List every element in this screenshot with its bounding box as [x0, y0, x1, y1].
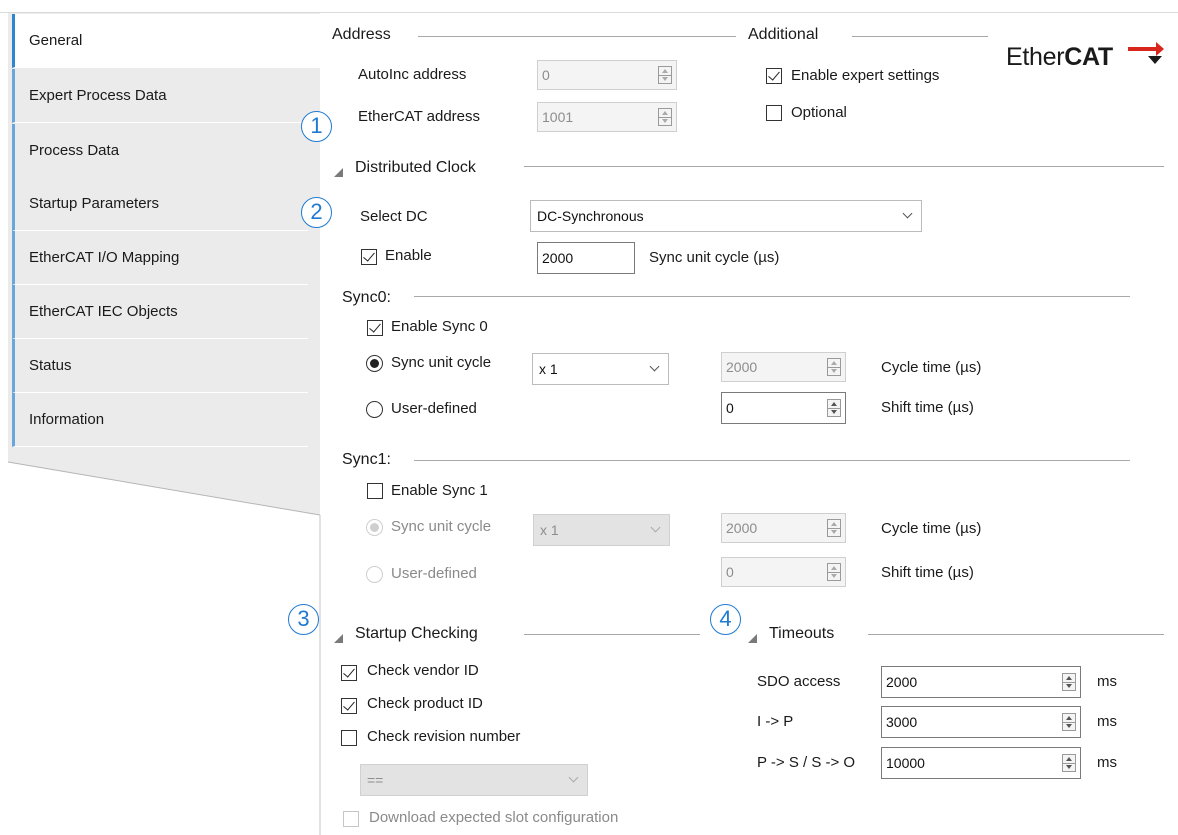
sync1-cycle-time-label: Cycle time (µs) — [881, 520, 982, 537]
sdo-access-input[interactable]: 2000 — [881, 666, 1081, 698]
sync-unit-cycle-label: Sync unit cycle (µs) — [649, 249, 780, 266]
enable-expert-settings-label: Enable expert settings — [791, 67, 940, 84]
ethercat-logo: EtherCAT — [1006, 43, 1113, 71]
collapse-triangle-icon[interactable] — [334, 168, 343, 177]
select-dc-dropdown[interactable]: DC-Synchronous — [530, 200, 922, 232]
marker-1: 1 — [301, 111, 332, 142]
collapse-triangle-icon[interactable] — [748, 634, 757, 643]
sync1-shift-spinner[interactable] — [827, 563, 841, 581]
additional-divider — [852, 36, 988, 37]
sync0-user-defined-radio[interactable] — [366, 401, 383, 418]
ethercat-address-spinner[interactable] — [658, 108, 672, 126]
tab-process-data[interactable]: Process Data — [12, 124, 308, 178]
autoinc-spinner[interactable] — [658, 66, 672, 84]
dc-enable-label: Enable — [385, 247, 432, 264]
p-to-s-label: P -> S / S -> O — [757, 754, 856, 771]
sync1-unit-cycle-radio[interactable] — [366, 519, 383, 536]
p-to-s-unit: ms — [1097, 754, 1117, 771]
tab-startup-parameters[interactable]: Startup Parameters — [12, 177, 308, 231]
sync0-shift-spinner[interactable] — [827, 399, 841, 417]
sync0-divider — [414, 296, 1130, 297]
download-slot-config-checkbox[interactable] — [343, 811, 359, 827]
chevron-down-icon — [650, 522, 661, 533]
check-vendor-id-label: Check vendor ID — [367, 662, 479, 679]
enable-sync1-label: Enable Sync 1 — [391, 482, 488, 499]
marker-2: 2 — [301, 197, 332, 228]
revision-compare-dropdown[interactable]: == — [360, 764, 588, 796]
sync1-shift-time-input[interactable]: 0 — [721, 557, 846, 587]
sync0-shift-time-input[interactable]: 0 — [721, 392, 846, 424]
chevron-down-icon — [568, 772, 579, 783]
tab-expert-process-data[interactable]: Expert Process Data — [12, 69, 308, 123]
sync1-title: Sync1: — [342, 451, 391, 468]
sync0-title: Sync0: — [342, 289, 391, 306]
dc-enable-checkbox[interactable] — [361, 249, 377, 265]
check-vendor-id-checkbox[interactable] — [341, 665, 357, 681]
chevron-down-icon — [649, 361, 660, 372]
sync1-shift-time-label: Shift time (µs) — [881, 564, 974, 581]
sync0-shift-time-label: Shift time (µs) — [881, 399, 974, 416]
check-product-id-label: Check product ID — [367, 695, 483, 712]
i-to-p-input[interactable]: 3000 — [881, 706, 1081, 738]
enable-sync1-checkbox[interactable] — [367, 483, 383, 499]
sync-unit-cycle-input[interactable]: 2000 — [537, 242, 635, 274]
enable-expert-settings-checkbox[interactable] — [766, 68, 782, 84]
sync0-unit-cycle-label: Sync unit cycle — [391, 354, 492, 371]
p-to-s-spinner[interactable] — [1062, 754, 1076, 772]
startup-checking-title: Startup Checking — [355, 625, 478, 642]
sdo-access-label: SDO access — [757, 673, 841, 690]
enable-sync0-label: Enable Sync 0 — [391, 318, 488, 335]
sdo-access-unit: ms — [1097, 673, 1117, 690]
sync1-user-defined-radio[interactable] — [366, 566, 383, 583]
sync1-user-defined-label: User-defined — [391, 565, 477, 582]
distributed-clock-title: Distributed Clock — [355, 159, 476, 176]
sdo-access-spinner[interactable] — [1062, 673, 1076, 691]
download-slot-config-label: Download expected slot configuration — [369, 809, 619, 826]
check-revision-number-checkbox[interactable] — [341, 730, 357, 746]
sync0-unit-cycle-radio[interactable] — [366, 355, 383, 372]
address-divider — [418, 36, 736, 37]
address-section-title: Address — [332, 26, 391, 43]
autoinc-address-input[interactable]: 0 — [537, 60, 677, 90]
timeouts-title: Timeouts — [769, 625, 835, 642]
check-product-id-checkbox[interactable] — [341, 698, 357, 714]
startup-divider — [524, 634, 700, 635]
p-to-s-input[interactable]: 10000 — [881, 747, 1081, 779]
sync1-divider — [414, 460, 1130, 461]
tab-general[interactable]: General — [12, 14, 322, 68]
sync1-cycle-spinner[interactable] — [827, 519, 841, 537]
sync0-user-defined-label: User-defined — [391, 400, 477, 417]
check-revision-number-label: Check revision number — [367, 728, 521, 745]
sync0-multiplier-dropdown[interactable]: x 1 — [532, 353, 669, 385]
tab-ethercat-iec-objects[interactable]: EtherCAT IEC Objects — [12, 285, 308, 339]
collapse-triangle-icon[interactable] — [334, 634, 343, 643]
sync1-multiplier-dropdown[interactable]: x 1 — [533, 514, 670, 546]
enable-sync0-checkbox[interactable] — [367, 320, 383, 336]
chevron-down-icon — [902, 208, 913, 219]
sync1-cycle-time-input[interactable]: 2000 — [721, 513, 846, 543]
optional-label: Optional — [791, 104, 847, 121]
ethercat-address-label: EtherCAT address — [358, 108, 480, 125]
tab-ethercat-io-mapping[interactable]: EtherCAT I/O Mapping — [12, 231, 308, 285]
i-to-p-spinner[interactable] — [1062, 713, 1076, 731]
ethercat-address-input[interactable]: 1001 — [537, 102, 677, 132]
additional-section-title: Additional — [748, 26, 819, 43]
marker-4: 4 — [710, 604, 741, 635]
marker-3: 3 — [288, 604, 319, 635]
timeouts-divider — [868, 634, 1164, 635]
autoinc-address-label: AutoInc address — [358, 66, 467, 83]
tab-status[interactable]: Status — [12, 339, 308, 393]
sync0-cycle-time-label: Cycle time (µs) — [881, 359, 982, 376]
i-to-p-unit: ms — [1097, 713, 1117, 730]
select-dc-label: Select DC — [360, 208, 428, 225]
sync0-cycle-spinner[interactable] — [827, 358, 841, 376]
optional-checkbox[interactable] — [766, 105, 782, 121]
tab-information[interactable]: Information — [12, 393, 308, 447]
i-to-p-label: I -> P — [757, 713, 794, 730]
sync0-cycle-time-input[interactable]: 2000 — [721, 352, 846, 382]
ethercat-logo-arrow-icon — [1128, 42, 1164, 64]
dc-divider — [524, 166, 1164, 167]
sync1-unit-cycle-label: Sync unit cycle — [391, 518, 492, 535]
